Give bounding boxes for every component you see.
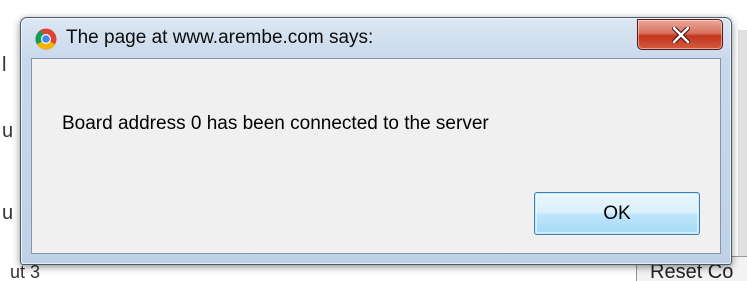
screen: l u u ut 3 Reset Co The page at www.arem… [0, 0, 747, 281]
dialog-titlebar[interactable]: The page at www.arembe.com says: [21, 18, 731, 58]
dialog-body: Board address 0 has been connected to th… [31, 58, 721, 254]
background-text-fragment: l [2, 54, 7, 76]
background-page-edge [738, 30, 747, 260]
background-text-fragment: u [2, 202, 14, 224]
background-text-fragment: u [2, 120, 14, 142]
ok-button[interactable]: OK [534, 192, 700, 235]
dialog-message: Board address 0 has been connected to th… [62, 113, 489, 134]
chrome-icon [35, 28, 57, 50]
close-button[interactable] [637, 19, 723, 50]
close-icon [672, 27, 690, 43]
alert-dialog: The page at www.arembe.com says: Board a… [20, 17, 732, 265]
dialog-title: The page at www.arembe.com says: [66, 27, 374, 48]
ok-button-label: OK [603, 203, 631, 224]
